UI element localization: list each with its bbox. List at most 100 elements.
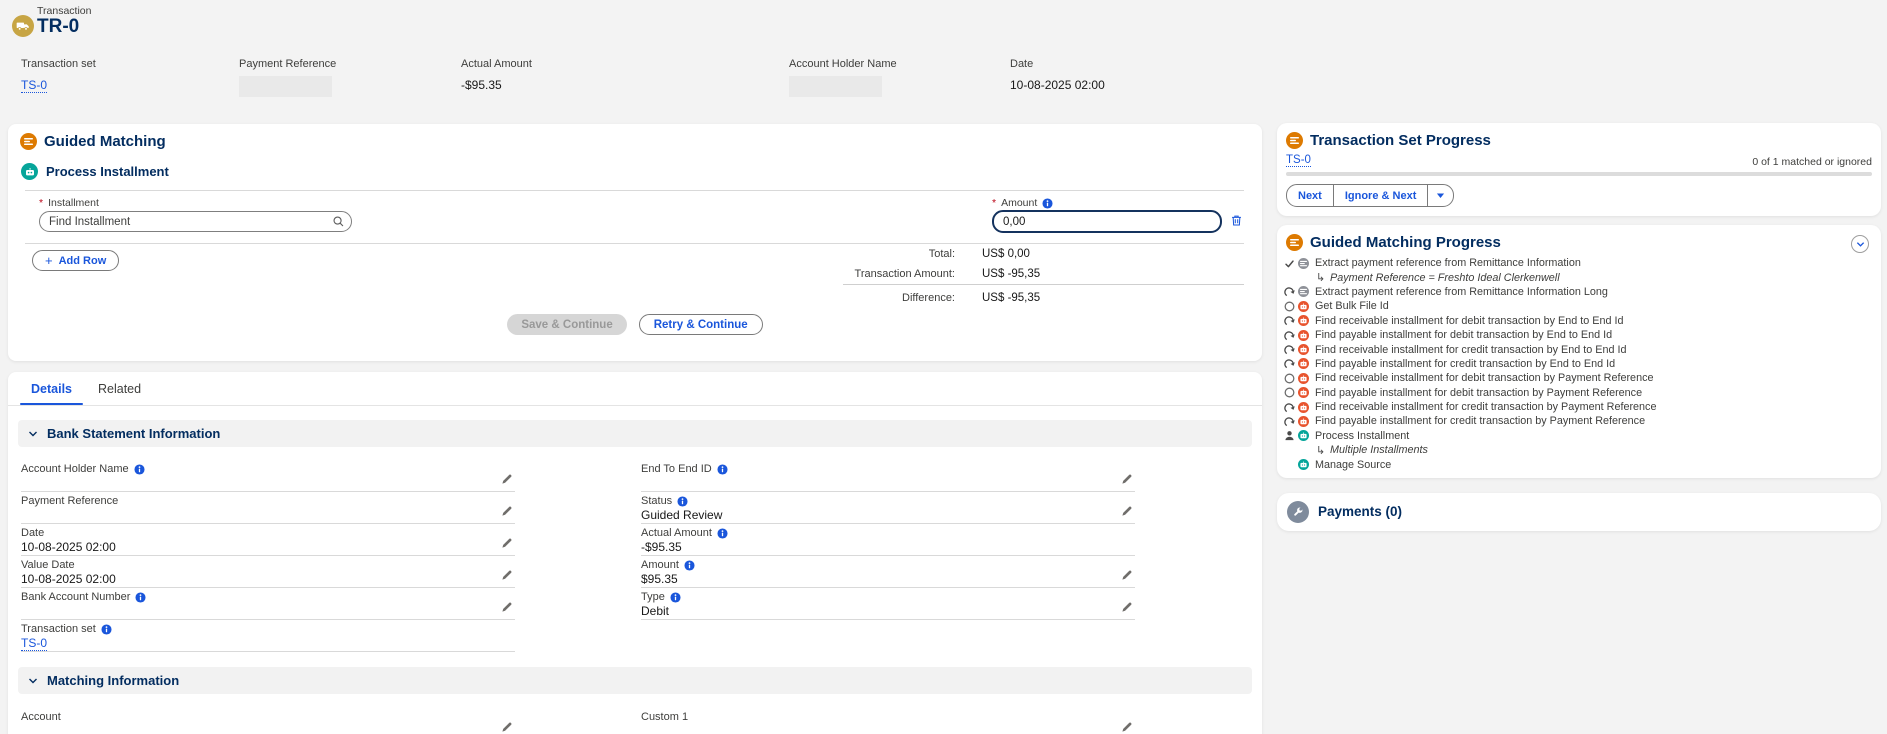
edit-pencil-icon[interactable] (501, 569, 513, 581)
step-skipped-icon (1283, 286, 1295, 297)
highlight-date: Date 10-08-2025 02:00 (1010, 58, 1105, 92)
gm-step: Find receivable installment for credit t… (1277, 342, 1881, 356)
info-icon[interactable] (135, 592, 146, 603)
step-result-note: ↳ Multiple Installments (1277, 443, 1881, 457)
field-type: Type Debit (641, 588, 1135, 620)
gm-step: Find receivable installment for debit tr… (1277, 371, 1881, 385)
edit-pencil-icon[interactable] (501, 721, 513, 733)
edit-pencil-icon[interactable] (1121, 569, 1133, 581)
return-arrow-icon: ↳ (1316, 444, 1325, 457)
edit-pencil-icon[interactable] (1121, 473, 1133, 485)
transaction-set-link[interactable]: TS-0 (21, 78, 47, 93)
info-icon[interactable] (134, 464, 145, 475)
info-icon[interactable] (677, 496, 688, 507)
highlight-transaction-set: Transaction set TS-0 (21, 58, 96, 92)
installment-search-input[interactable] (39, 211, 352, 232)
delete-row-button[interactable] (1230, 214, 1243, 227)
search-icon (332, 215, 345, 233)
field-end-to-end-id: End To End ID (641, 460, 1135, 492)
edit-pencil-icon[interactable] (1121, 721, 1133, 733)
info-icon[interactable] (717, 464, 728, 475)
transaction-amount-value: US$ -95,35 (982, 268, 1040, 280)
field-status: Status Guided Review (641, 492, 1135, 524)
autolaunched-flow-icon (1298, 330, 1309, 341)
field-amount: Amount $95.35 (641, 556, 1135, 588)
gm-step: Find payable installment for credit tran… (1277, 357, 1881, 371)
chevron-down-icon (1856, 240, 1865, 249)
next-button[interactable]: Next (1287, 185, 1333, 206)
gm-step: Extract payment reference from Remittanc… (1277, 285, 1881, 299)
section-bank-statement-information[interactable]: Bank Statement Information (18, 420, 1252, 447)
field-payment-reference: Payment Reference (21, 492, 515, 524)
gm-step: Find receivable installment for credit t… (1277, 400, 1881, 414)
empty-value-box (789, 76, 882, 97)
collapse-card-button[interactable] (1851, 235, 1869, 253)
autolaunched-flow-icon (1298, 301, 1309, 312)
save-continue-button[interactable]: Save & Continue (507, 314, 626, 335)
progress-status-text: 0 of 1 matched or ignored (1752, 156, 1872, 168)
step-skipped-icon (1283, 402, 1295, 413)
card-title: Guided Matching (44, 133, 166, 150)
edit-pencil-icon[interactable] (501, 601, 513, 613)
edit-pencil-icon[interactable] (1121, 505, 1133, 517)
info-icon[interactable] (670, 592, 681, 603)
payments-card[interactable]: Payments (0) (1277, 493, 1881, 531)
difference-value: US$ -95,35 (982, 292, 1040, 304)
ignore-next-button[interactable]: Ignore & Next (1333, 185, 1428, 206)
progress-bar (1286, 172, 1872, 176)
step-skipped-icon (1283, 330, 1295, 341)
installment-label: * Installment (39, 197, 99, 209)
tab-related[interactable]: Related (85, 372, 154, 405)
return-arrow-icon: ↳ (1316, 271, 1325, 284)
more-actions-dropdown[interactable] (1427, 185, 1453, 206)
retry-continue-button[interactable]: Retry & Continue (639, 314, 763, 335)
payments-icon (1287, 501, 1309, 523)
autolaunched-flow-icon (1298, 344, 1309, 355)
autolaunched-flow-icon (1298, 315, 1309, 326)
field-account: Account (21, 708, 515, 734)
step-pending-icon (1283, 301, 1295, 312)
field-custom-1: Custom 1 (641, 708, 1135, 734)
edit-pencil-icon[interactable] (1121, 601, 1133, 613)
step-skipped-icon (1283, 315, 1295, 326)
formula-step-icon (1298, 258, 1309, 269)
transaction-set-link[interactable]: TS-0 (21, 636, 47, 651)
step-result-note: ↳ Payment Reference = Freshto Ideal Cler… (1277, 270, 1881, 284)
transaction-amount-row: Transaction Amount: US$ -95,35 (8, 268, 1262, 281)
field-actual-amount: Actual Amount -$95.35 (641, 524, 1135, 556)
matching-steps-list: Extract payment reference from Remittanc… (1277, 256, 1881, 472)
transaction-set-link[interactable]: TS-0 (1286, 154, 1311, 167)
amount-input[interactable] (992, 210, 1222, 233)
field-transaction-set: Transaction set TS-0 (21, 620, 515, 652)
info-icon[interactable] (684, 560, 695, 571)
formula-step-icon (1298, 286, 1309, 297)
required-marker: * (39, 197, 43, 209)
edit-pencil-icon[interactable] (501, 473, 513, 485)
gm-step: Get Bulk File Id (1277, 299, 1881, 313)
divider (25, 190, 1244, 191)
tab-details[interactable]: Details (18, 372, 85, 405)
info-icon[interactable] (717, 528, 728, 539)
autolaunched-flow-icon (1298, 387, 1309, 398)
step-skipped-icon (1283, 358, 1295, 369)
info-icon[interactable] (101, 624, 112, 635)
highlight-account-holder-name: Account Holder Name (789, 58, 897, 97)
autolaunched-flow-icon (1298, 402, 1309, 413)
field-date: Date 10-08-2025 02:00 (21, 524, 515, 556)
autolaunched-flow-icon (1298, 373, 1309, 384)
gm-step: Manage Source (1277, 457, 1881, 471)
transaction-record-page: Transaction TR-0 Transaction set TS-0 Pa… (0, 0, 1887, 734)
info-icon[interactable] (1042, 198, 1053, 209)
screen-flow-icon (21, 163, 38, 180)
guided-matching-progress-card: Guided Matching Progress Extract payment… (1277, 225, 1881, 478)
transaction-set-progress-card: Transaction Set Progress TS-0 0 of 1 mat… (1277, 123, 1881, 216)
screen-flow-icon (1298, 459, 1309, 470)
step-skipped-icon (1283, 416, 1295, 427)
caret-down-icon (1436, 191, 1445, 200)
edit-pencil-icon[interactable] (501, 537, 513, 549)
highlight-payment-reference: Payment Reference (239, 58, 336, 97)
installment-lookup (39, 211, 352, 232)
section-matching-information[interactable]: Matching Information (18, 667, 1252, 694)
edit-pencil-icon[interactable] (501, 505, 513, 517)
highlight-actual-amount: Actual Amount -$95.35 (461, 58, 532, 92)
